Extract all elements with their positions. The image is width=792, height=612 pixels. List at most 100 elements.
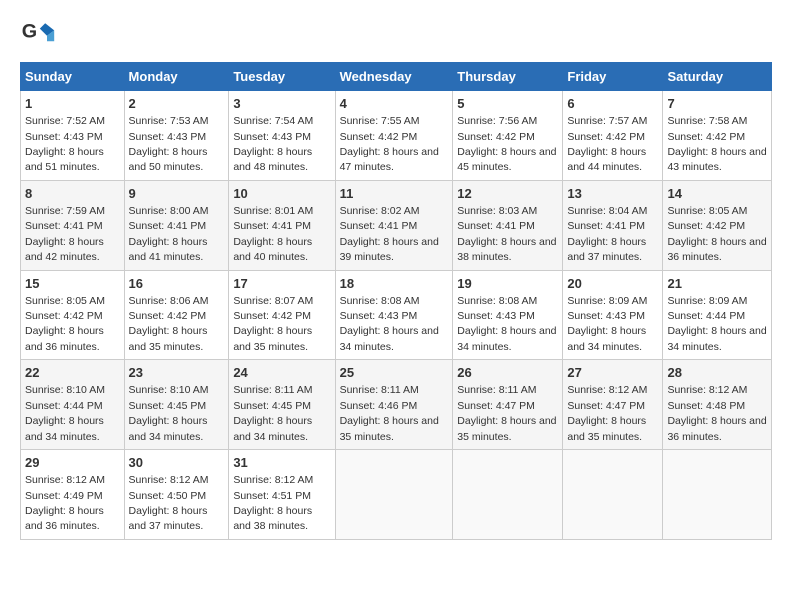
day-number: 7 bbox=[667, 95, 767, 113]
week-row-4: 22 Sunrise: 8:10 AMSunset: 4:44 PMDayligh… bbox=[21, 360, 772, 450]
day-cell: 13Sunrise: 8:04 AMSunset: 4:41 PMDayligh… bbox=[563, 180, 663, 270]
day-number: 2 bbox=[129, 95, 225, 113]
day-cell bbox=[335, 450, 453, 540]
day-cell: 28 Sunrise: 8:12 AMSunset: 4:48 PMDayligh… bbox=[663, 360, 772, 450]
cell-sunrise: Sunrise: 7:58 AMSunset: 4:42 PMDaylight:… bbox=[667, 115, 766, 173]
day-number: 18 bbox=[340, 275, 449, 293]
day-cell: 10 Sunrise: 8:01 AMSunset: 4:41 PMDayligh… bbox=[229, 180, 335, 270]
day-cell: 2Sunrise: 7:53 AMSunset: 4:43 PMDaylight… bbox=[124, 91, 229, 181]
cell-sunrise: Sunrise: 7:59 AMSunset: 4:41 PMDaylight:… bbox=[25, 205, 105, 263]
day-cell bbox=[563, 450, 663, 540]
day-cell bbox=[453, 450, 563, 540]
header-thursday: Thursday bbox=[453, 63, 563, 91]
day-cell: 16 Sunrise: 8:06 AMSunset: 4:42 PMDayligh… bbox=[124, 270, 229, 360]
day-cell: 29 Sunrise: 8:12 AMSunset: 4:49 PMDayligh… bbox=[21, 450, 125, 540]
day-number: 29 bbox=[25, 454, 120, 472]
day-cell: 9 Sunrise: 8:00 AMSunset: 4:41 PMDaylight… bbox=[124, 180, 229, 270]
cell-sunrise: Sunrise: 7:57 AMSunset: 4:42 PMDaylight:… bbox=[567, 115, 647, 173]
cell-sunrise: Sunrise: 8:01 AMSunset: 4:41 PMDaylight:… bbox=[233, 205, 313, 263]
header-monday: Monday bbox=[124, 63, 229, 91]
day-number: 22 bbox=[25, 364, 120, 382]
day-cell: 22 Sunrise: 8:10 AMSunset: 4:44 PMDayligh… bbox=[21, 360, 125, 450]
day-cell: 17 Sunrise: 8:07 AMSunset: 4:42 PMDayligh… bbox=[229, 270, 335, 360]
day-cell: 15 Sunrise: 8:05 AMSunset: 4:42 PMDayligh… bbox=[21, 270, 125, 360]
cell-sunrise: Sunrise: 8:03 AMSunset: 4:41 PMDaylight:… bbox=[457, 205, 556, 263]
cell-sunrise: Sunrise: 8:09 AMSunset: 4:43 PMDaylight:… bbox=[567, 295, 647, 353]
day-cell: 30 Sunrise: 8:12 AMSunset: 4:50 PMDayligh… bbox=[124, 450, 229, 540]
calendar-table: SundayMondayTuesdayWednesdayThursdayFrid… bbox=[20, 62, 772, 540]
cell-sunrise: Sunrise: 8:04 AMSunset: 4:41 PMDaylight:… bbox=[567, 205, 647, 263]
cell-sunrise: Sunrise: 8:08 AMSunset: 4:43 PMDaylight:… bbox=[340, 295, 439, 353]
header-tuesday: Tuesday bbox=[229, 63, 335, 91]
cell-sunrise: Sunrise: 8:07 AMSunset: 4:42 PMDaylight:… bbox=[233, 295, 313, 353]
day-cell: 23Sunrise: 8:10 AMSunset: 4:45 PMDayligh… bbox=[124, 360, 229, 450]
calendar-header-row: SundayMondayTuesdayWednesdayThursdayFrid… bbox=[21, 63, 772, 91]
day-cell: 12 Sunrise: 8:03 AMSunset: 4:41 PMDayligh… bbox=[453, 180, 563, 270]
day-number: 21 bbox=[667, 275, 767, 293]
day-number: 26 bbox=[457, 364, 558, 382]
cell-sunrise: Sunrise: 7:54 AMSunset: 4:43 PMDaylight:… bbox=[233, 115, 313, 173]
week-row-3: 15 Sunrise: 8:05 AMSunset: 4:42 PMDayligh… bbox=[21, 270, 772, 360]
day-cell: 1 Sunrise: 7:52 AMSunset: 4:43 PMDaylight… bbox=[21, 91, 125, 181]
cell-sunrise: Sunrise: 8:02 AMSunset: 4:41 PMDaylight:… bbox=[340, 205, 439, 263]
cell-sunrise: Sunrise: 8:11 AMSunset: 4:46 PMDaylight:… bbox=[340, 384, 439, 442]
svg-text:G: G bbox=[22, 21, 37, 43]
cell-sunrise: Sunrise: 8:08 AMSunset: 4:43 PMDaylight:… bbox=[457, 295, 556, 353]
day-number: 15 bbox=[25, 275, 120, 293]
day-number: 12 bbox=[457, 185, 558, 203]
header-friday: Friday bbox=[563, 63, 663, 91]
day-cell: 21 Sunrise: 8:09 AMSunset: 4:44 PMDayligh… bbox=[663, 270, 772, 360]
day-number: 28 bbox=[667, 364, 767, 382]
cell-sunrise: Sunrise: 8:11 AMSunset: 4:47 PMDaylight:… bbox=[457, 384, 556, 442]
day-cell: 25 Sunrise: 8:11 AMSunset: 4:46 PMDayligh… bbox=[335, 360, 453, 450]
cell-sunrise: Sunrise: 8:06 AMSunset: 4:42 PMDaylight:… bbox=[129, 295, 209, 353]
day-cell: 6 Sunrise: 7:57 AMSunset: 4:42 PMDaylight… bbox=[563, 91, 663, 181]
cell-sunrise: Sunrise: 8:00 AMSunset: 4:41 PMDaylight:… bbox=[129, 205, 209, 263]
day-number: 1 bbox=[25, 95, 120, 113]
day-cell: 11 Sunrise: 8:02 AMSunset: 4:41 PMDayligh… bbox=[335, 180, 453, 270]
day-number: 19 bbox=[457, 275, 558, 293]
day-cell bbox=[663, 450, 772, 540]
day-number: 11 bbox=[340, 185, 449, 203]
day-number: 3 bbox=[233, 95, 330, 113]
cell-sunrise: Sunrise: 8:11 AMSunset: 4:45 PMDaylight:… bbox=[233, 384, 312, 442]
cell-sunrise: Sunrise: 8:12 AMSunset: 4:47 PMDaylight:… bbox=[567, 384, 647, 442]
day-cell: 8Sunrise: 7:59 AMSunset: 4:41 PMDaylight… bbox=[21, 180, 125, 270]
day-cell: 3 Sunrise: 7:54 AMSunset: 4:43 PMDaylight… bbox=[229, 91, 335, 181]
cell-sunrise: Sunrise: 8:10 AMSunset: 4:44 PMDaylight:… bbox=[25, 384, 105, 442]
day-cell: 20Sunrise: 8:09 AMSunset: 4:43 PMDayligh… bbox=[563, 270, 663, 360]
cell-sunrise: Sunrise: 8:12 AMSunset: 4:51 PMDaylight:… bbox=[233, 474, 313, 532]
day-cell: 4Sunrise: 7:55 AMSunset: 4:42 PMDaylight… bbox=[335, 91, 453, 181]
header: G bbox=[20, 16, 772, 52]
header-saturday: Saturday bbox=[663, 63, 772, 91]
day-number: 24 bbox=[233, 364, 330, 382]
cell-sunrise: Sunrise: 8:12 AMSunset: 4:48 PMDaylight:… bbox=[667, 384, 766, 442]
day-number: 5 bbox=[457, 95, 558, 113]
cell-sunrise: Sunrise: 8:05 AMSunset: 4:42 PMDaylight:… bbox=[25, 295, 105, 353]
day-number: 30 bbox=[129, 454, 225, 472]
cell-sunrise: Sunrise: 8:09 AMSunset: 4:44 PMDaylight:… bbox=[667, 295, 766, 353]
day-cell: 18 Sunrise: 8:08 AMSunset: 4:43 PMDayligh… bbox=[335, 270, 453, 360]
day-cell: 26 Sunrise: 8:11 AMSunset: 4:47 PMDayligh… bbox=[453, 360, 563, 450]
day-number: 4 bbox=[340, 95, 449, 113]
day-number: 27 bbox=[567, 364, 658, 382]
day-number: 9 bbox=[129, 185, 225, 203]
week-row-5: 29 Sunrise: 8:12 AMSunset: 4:49 PMDayligh… bbox=[21, 450, 772, 540]
header-sunday: Sunday bbox=[21, 63, 125, 91]
day-number: 16 bbox=[129, 275, 225, 293]
day-number: 25 bbox=[340, 364, 449, 382]
cell-sunrise: Sunrise: 8:10 AMSunset: 4:45 PMDaylight:… bbox=[129, 384, 209, 442]
cell-sunrise: Sunrise: 8:12 AMSunset: 4:49 PMDaylight:… bbox=[25, 474, 105, 532]
cell-sunrise: Sunrise: 8:05 AMSunset: 4:42 PMDaylight:… bbox=[667, 205, 766, 263]
day-number: 17 bbox=[233, 275, 330, 293]
day-cell: 31Sunrise: 8:12 AMSunset: 4:51 PMDayligh… bbox=[229, 450, 335, 540]
header-wednesday: Wednesday bbox=[335, 63, 453, 91]
day-number: 6 bbox=[567, 95, 658, 113]
day-cell: 27 Sunrise: 8:12 AMSunset: 4:47 PMDayligh… bbox=[563, 360, 663, 450]
day-cell: 5Sunrise: 7:56 AMSunset: 4:42 PMDaylight… bbox=[453, 91, 563, 181]
day-number: 14 bbox=[667, 185, 767, 203]
cell-sunrise: Sunrise: 7:52 AMSunset: 4:43 PMDaylight:… bbox=[25, 115, 105, 173]
logo-icon: G bbox=[20, 16, 56, 52]
day-number: 10 bbox=[233, 185, 330, 203]
cell-sunrise: Sunrise: 8:12 AMSunset: 4:50 PMDaylight:… bbox=[129, 474, 209, 532]
